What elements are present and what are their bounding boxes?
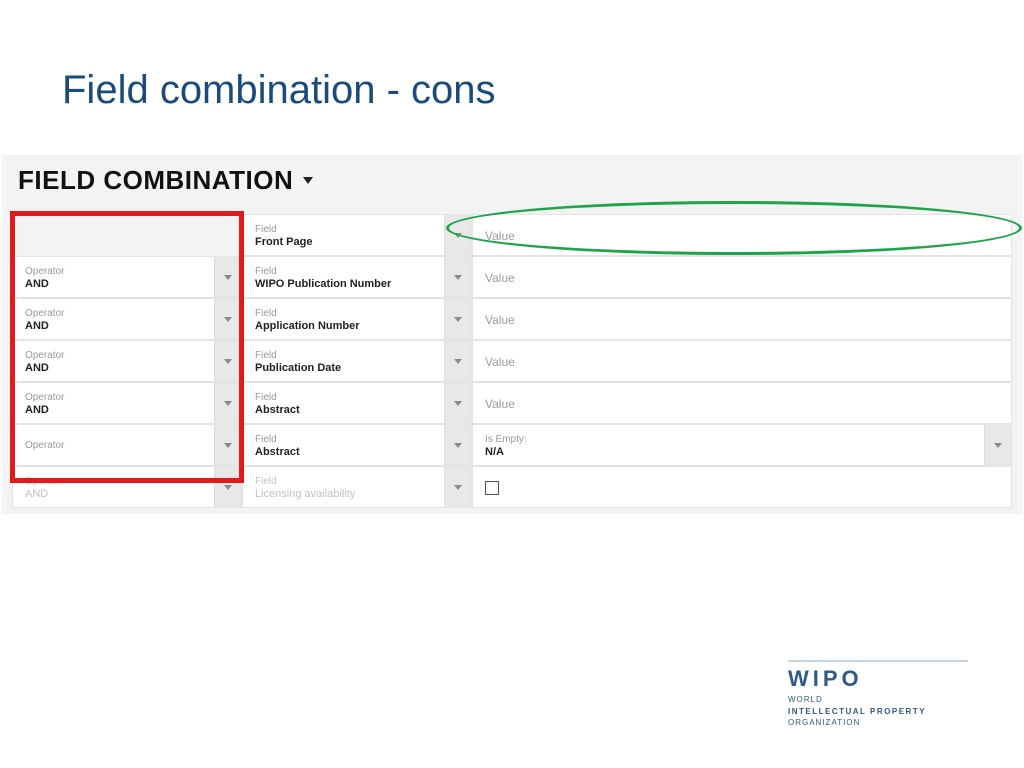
field-select[interactable]: FieldAbstract bbox=[242, 382, 472, 424]
field-value: Publication Date bbox=[255, 362, 461, 374]
panel-heading[interactable]: FIELD COMBINATION bbox=[18, 165, 293, 196]
field-value: Front Page bbox=[255, 236, 461, 248]
field-value: WIPO Publication Number bbox=[255, 278, 461, 290]
chevron-down-icon[interactable] bbox=[444, 383, 471, 423]
operator-value: AND bbox=[25, 278, 231, 290]
field-label: Field bbox=[255, 434, 461, 445]
logo-line1: WORLD bbox=[788, 695, 823, 704]
value-select[interactable]: Is Empty:N/A bbox=[472, 424, 1012, 466]
value-label: Value bbox=[485, 271, 1001, 285]
field-select[interactable]: FieldWIPO Publication Number bbox=[242, 256, 472, 298]
value-label: Value bbox=[485, 313, 1001, 327]
operator-select[interactable]: OperatorAND bbox=[12, 382, 242, 424]
field-select[interactable]: FieldAbstract bbox=[242, 424, 472, 466]
chevron-down-icon[interactable] bbox=[214, 467, 241, 507]
operator-value: AND bbox=[25, 320, 231, 332]
operator-label: Operator bbox=[25, 476, 231, 487]
chevron-down-icon[interactable] bbox=[214, 299, 241, 339]
value-text: N/A bbox=[485, 446, 1001, 458]
field-label: Field bbox=[255, 392, 461, 403]
value-label: Value bbox=[485, 229, 1001, 243]
operator-label: Operator bbox=[25, 350, 231, 361]
value-input[interactable]: Value bbox=[472, 298, 1012, 340]
logo-line3: ORGANIZATION bbox=[788, 718, 860, 727]
chevron-down-icon[interactable] bbox=[214, 257, 241, 297]
field-label: Field bbox=[255, 266, 461, 277]
field-select[interactable]: FieldApplication Number bbox=[242, 298, 472, 340]
field-label: Field bbox=[255, 476, 461, 487]
operator-select[interactable]: OperatorAND bbox=[12, 340, 242, 382]
operator-label: Operator bbox=[25, 392, 231, 403]
operator-select[interactable]: Operator bbox=[12, 424, 242, 466]
operator-value: AND bbox=[25, 488, 231, 500]
slide: Field combination - cons FIELD COMBINATI… bbox=[0, 0, 1024, 768]
chevron-down-icon[interactable] bbox=[214, 425, 241, 465]
operator-label: Operator bbox=[25, 266, 231, 277]
chevron-down-icon[interactable] bbox=[444, 257, 471, 297]
chevron-down-icon[interactable] bbox=[444, 425, 471, 465]
logo-line2: INTELLECTUAL PROPERTY bbox=[788, 707, 926, 716]
chevron-down-icon[interactable] bbox=[303, 177, 313, 184]
value-checkbox-cell[interactable] bbox=[472, 466, 1012, 508]
field-combination-panel: FIELD COMBINATION FieldFront PageValueOp… bbox=[2, 155, 1022, 514]
operator-select[interactable]: OperatorAND bbox=[12, 256, 242, 298]
chevron-down-icon[interactable] bbox=[214, 341, 241, 381]
slide-title: Field combination - cons bbox=[62, 68, 496, 113]
operator-select[interactable]: OperatorAND bbox=[12, 466, 242, 508]
chevron-down-icon[interactable] bbox=[444, 341, 471, 381]
field-select[interactable]: FieldPublication Date bbox=[242, 340, 472, 382]
field-label: Field bbox=[255, 350, 461, 361]
chevron-down-icon[interactable] bbox=[444, 215, 471, 255]
operator-label: Operator bbox=[25, 308, 231, 319]
chevron-down-icon[interactable] bbox=[444, 467, 471, 507]
field-value: Abstract bbox=[255, 404, 461, 416]
checkbox[interactable] bbox=[485, 481, 499, 495]
field-label: Field bbox=[255, 308, 461, 319]
value-input[interactable]: Value bbox=[472, 340, 1012, 382]
operator-value: AND bbox=[25, 362, 231, 374]
field-select[interactable]: FieldLicensing availability bbox=[242, 466, 472, 508]
logo-wordmark: WIPO bbox=[788, 666, 968, 692]
operator-value: AND bbox=[25, 404, 231, 416]
value-label: Value bbox=[485, 355, 1001, 369]
value-input[interactable]: Value bbox=[472, 256, 1012, 298]
field-value: Abstract bbox=[255, 446, 461, 458]
chevron-down-icon[interactable] bbox=[444, 299, 471, 339]
field-value: Licensing availability bbox=[255, 488, 461, 500]
value-label: Is Empty: bbox=[485, 434, 1001, 445]
field-label: Field bbox=[255, 224, 461, 235]
operator-label: Operator bbox=[25, 440, 231, 451]
wipo-logo: WIPO WORLD INTELLECTUAL PROPERTY ORGANIZ… bbox=[788, 660, 968, 728]
operator-spacer bbox=[12, 214, 242, 256]
value-input[interactable]: Value bbox=[472, 214, 1012, 256]
value-input[interactable]: Value bbox=[472, 382, 1012, 424]
chevron-down-icon[interactable] bbox=[214, 383, 241, 423]
chevron-down-icon[interactable] bbox=[984, 425, 1011, 465]
operator-select[interactable]: OperatorAND bbox=[12, 298, 242, 340]
field-select[interactable]: FieldFront Page bbox=[242, 214, 472, 256]
value-label: Value bbox=[485, 397, 1001, 411]
criteria-grid: FieldFront PageValueOperatorANDFieldWIPO… bbox=[12, 214, 1012, 508]
field-value: Application Number bbox=[255, 320, 461, 332]
